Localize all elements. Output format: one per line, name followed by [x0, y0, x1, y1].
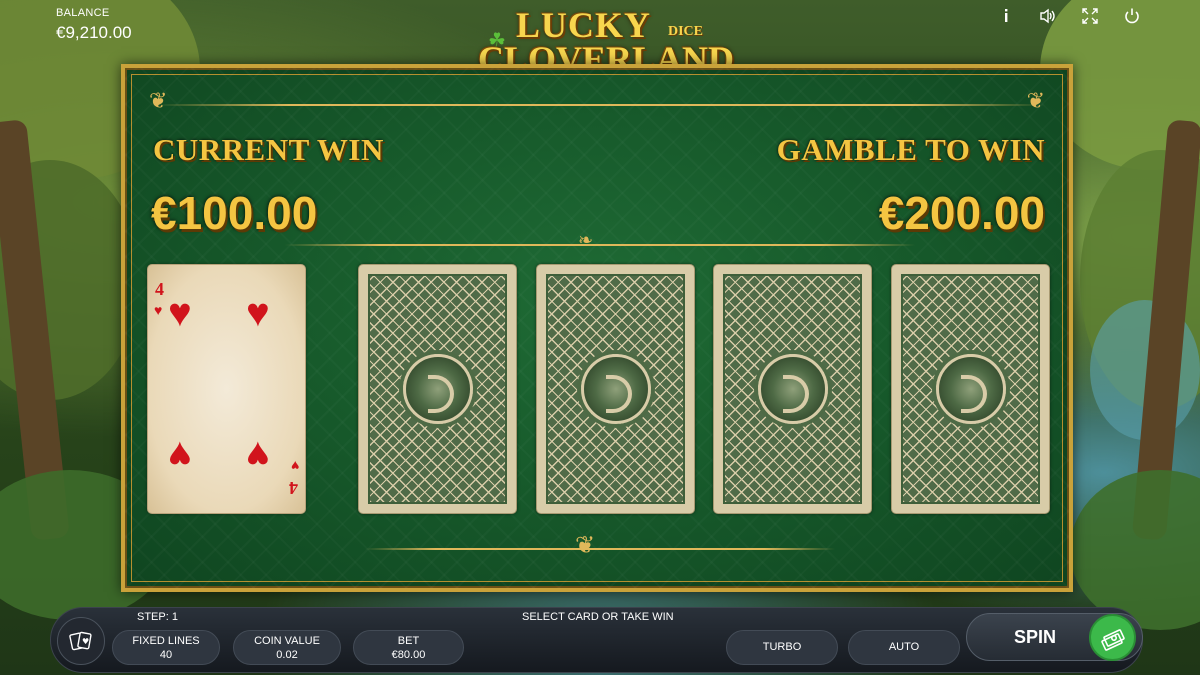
bottom-divider: [365, 548, 835, 550]
gamble-to-win-label: GAMBLE TO WIN: [776, 132, 1045, 167]
balance-label: BALANCE: [56, 7, 110, 19]
current-win-value: €100.00: [151, 187, 318, 239]
gamble-to-win-value: €200.00: [878, 187, 1045, 239]
coin-value-label: COIN VALUE: [254, 635, 320, 647]
fixed-lines-label: FIXED LINES: [132, 635, 200, 647]
heart-icon: ♥: [246, 433, 270, 477]
corner-flourish-icon: ❦: [1026, 88, 1045, 113]
collect-win-button[interactable]: [1089, 614, 1136, 661]
card-rank-top: 4: [155, 279, 164, 299]
balance-display: BALANCE €9,210.00: [56, 7, 132, 43]
hidden-card-2[interactable]: [536, 264, 695, 514]
heart-icon: ♥: [154, 302, 163, 318]
top-toolbar: [996, 6, 1142, 26]
bet-label: BET: [397, 635, 420, 647]
cash-icon: [1100, 628, 1125, 651]
middle-divider: [285, 244, 915, 246]
auto-button[interactable]: AUTO: [848, 630, 960, 665]
heart-icon: ♥: [168, 433, 192, 477]
revealed-card: 4 ♥ ♥ ♥ ♥ ♥ ♥ 4: [147, 264, 306, 514]
coin-value-value: 0.02: [276, 649, 298, 661]
center-flourish-icon: ❧: [578, 230, 594, 250]
bet-control[interactable]: BET €80.00: [353, 630, 464, 665]
info-icon[interactable]: [996, 6, 1016, 26]
fullscreen-icon[interactable]: [1080, 6, 1100, 26]
current-win-label: CURRENT WIN: [153, 132, 384, 167]
card-emblem-icon: [757, 354, 828, 424]
turbo-button[interactable]: TURBO: [726, 630, 838, 665]
gamble-cards-button[interactable]: ♥: [57, 617, 105, 665]
card-emblem-icon: [580, 354, 651, 424]
heart-icon: ♥: [290, 458, 299, 474]
sound-icon[interactable]: [1038, 6, 1058, 26]
card-rank-bottom: 4: [289, 478, 298, 498]
fixed-lines-control[interactable]: FIXED LINES 40: [112, 630, 220, 665]
card-emblem-icon: [935, 354, 1006, 424]
heart-icon: ♥: [168, 291, 192, 335]
fixed-lines-value: 40: [159, 649, 173, 661]
power-icon[interactable]: [1122, 6, 1142, 26]
bottom-flourish-icon: ❦: [575, 532, 596, 559]
status-message: SELECT CARD OR TAKE WIN: [522, 611, 674, 623]
bet-value: €80.00: [391, 649, 426, 661]
turbo-label: TURBO: [762, 641, 802, 653]
svg-text:♥: ♥: [82, 637, 89, 646]
gamble-board: ❦ ❦ CURRENT WIN €100.00 GAMBLE TO WIN €2…: [121, 64, 1073, 592]
corner-flourish-icon: ❦: [149, 88, 168, 113]
hidden-card-3[interactable]: [713, 264, 872, 514]
coin-value-control[interactable]: COIN VALUE 0.02: [233, 630, 341, 665]
spin-label: SPIN: [1014, 627, 1057, 647]
heart-icon: ♥: [246, 291, 270, 335]
top-divider: [155, 104, 1045, 106]
cards-icon: ♥: [69, 631, 92, 651]
step-indicator: STEP: 1: [137, 611, 178, 623]
hidden-card-1[interactable]: [358, 264, 517, 514]
balance-value: €9,210.00: [56, 23, 132, 42]
auto-label: AUTO: [888, 641, 920, 653]
card-emblem-icon: [402, 354, 473, 424]
hidden-card-4[interactable]: [891, 264, 1050, 514]
